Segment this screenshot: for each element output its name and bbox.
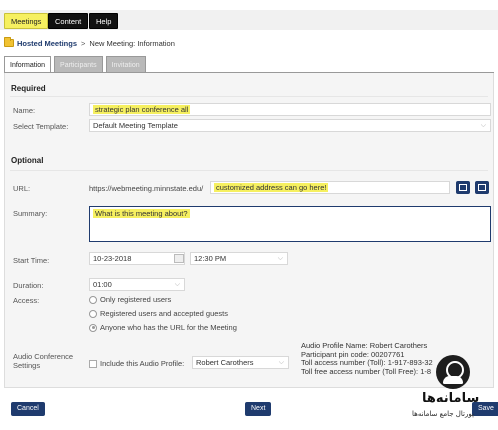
url-input[interactable]: customized address can go here! — [210, 181, 450, 194]
duration-value: 01:00 — [93, 280, 112, 289]
start-time-select[interactable]: 12:30 PM ⌵ — [190, 252, 288, 265]
watermark-logo: سامانه‌ها پورتال جامع سامانه‌ها — [408, 355, 498, 427]
chevron-down-icon: ⌵ — [480, 122, 486, 129]
audio-conference-label: Audio Conference Settings — [13, 352, 74, 370]
include-audio-checkbox[interactable] — [89, 359, 97, 368]
menu-content[interactable]: Content — [48, 13, 89, 29]
start-time-value: 12:30 PM — [194, 254, 227, 263]
chevron-down-icon: ⌵ — [277, 255, 283, 262]
url-label: URL: — [13, 184, 31, 193]
optional-divider — [10, 170, 488, 171]
audio-profile-select[interactable]: Robert Carothers ⌵ — [192, 356, 289, 369]
name-value: strategic plan conference all — [93, 105, 191, 114]
access-option-label: Registered users and accepted guests — [100, 309, 228, 318]
cancel-button[interactable]: Cancel — [11, 402, 45, 416]
tab-invitation[interactable]: Invitation — [105, 56, 146, 73]
radio-button[interactable] — [89, 295, 97, 304]
summary-textarea[interactable]: What is this meeting about? — [89, 206, 491, 242]
access-option-label: Only registered users — [100, 295, 172, 304]
menu-meetings[interactable]: Meetings — [4, 13, 49, 29]
duration-label: Duration: — [13, 281, 44, 290]
tab-participants[interactable]: Participants — [54, 56, 103, 73]
chevron-down-icon: ⌵ — [278, 359, 284, 366]
access-label: Access: — [13, 296, 40, 305]
breadcrumb-separator: > — [81, 38, 86, 48]
access-option-registered-guests[interactable]: Registered users and accepted guests — [89, 309, 228, 318]
optional-section-title: Optional — [11, 156, 44, 165]
breadcrumb-hosted-meetings[interactable]: Hosted Meetings — [17, 39, 77, 48]
next-button[interactable]: Next — [245, 402, 272, 416]
audio-profile-value: Robert Carothers — [196, 358, 254, 367]
open-link-icon[interactable] — [456, 181, 470, 194]
radio-button[interactable] — [89, 309, 97, 318]
template-select[interactable]: Default Meeting Template ⌵ — [89, 119, 491, 132]
radio-button-checked[interactable] — [89, 323, 97, 332]
start-date-value: 10-23-2018 — [93, 254, 132, 263]
access-option-registered[interactable]: Only registered users — [89, 295, 171, 304]
required-section-title: Required — [11, 84, 46, 93]
name-input[interactable]: strategic plan conference all — [89, 103, 491, 116]
breadcrumb: Hosted Meetings > New Meeting: Informati… — [4, 37, 175, 49]
watermark-title: سامانه‌ها — [422, 391, 480, 406]
chevron-down-icon: ⌵ — [174, 281, 180, 288]
summary-value: What is this meeting about? — [93, 209, 190, 218]
start-date-input[interactable]: 10-23-2018 — [89, 252, 185, 265]
template-value: Default Meeting Template — [93, 121, 178, 130]
duration-select[interactable]: 01:00 ⌵ — [89, 278, 185, 291]
watermark-subtitle: پورتال جامع سامانه‌ها — [412, 410, 474, 418]
name-label: Name: — [13, 106, 36, 115]
copy-icon[interactable] — [475, 181, 489, 194]
url-value: customized address can go here! — [214, 183, 329, 192]
breadcrumb-current: New Meeting: Information — [89, 38, 175, 48]
user-support-icon — [436, 355, 470, 389]
start-time-label: Start Time: — [13, 256, 50, 265]
tab-bar: Information Participants Invitation — [4, 56, 146, 73]
required-divider — [10, 96, 488, 97]
access-option-label: Anyone who has the URL for the Meeting — [100, 323, 237, 332]
summary-label: Summary: — [13, 209, 48, 218]
select-template-label: Select Template: — [13, 122, 69, 131]
access-option-anyone[interactable]: Anyone who has the URL for the Meeting — [89, 323, 237, 332]
tab-information[interactable]: Information — [4, 56, 52, 73]
folder-icon — [4, 37, 14, 47]
url-prefix: https://webmeeting.minnstate.edu/ — [89, 184, 204, 193]
include-audio-label: Include this Audio Profile: — [100, 359, 185, 368]
calendar-icon[interactable] — [174, 254, 184, 263]
audio-profile-checkbox-row[interactable]: Include this Audio Profile: — [89, 359, 184, 368]
menu-help[interactable]: Help — [89, 13, 119, 29]
top-menu-bar: Meetings Content Help — [0, 0, 498, 32]
